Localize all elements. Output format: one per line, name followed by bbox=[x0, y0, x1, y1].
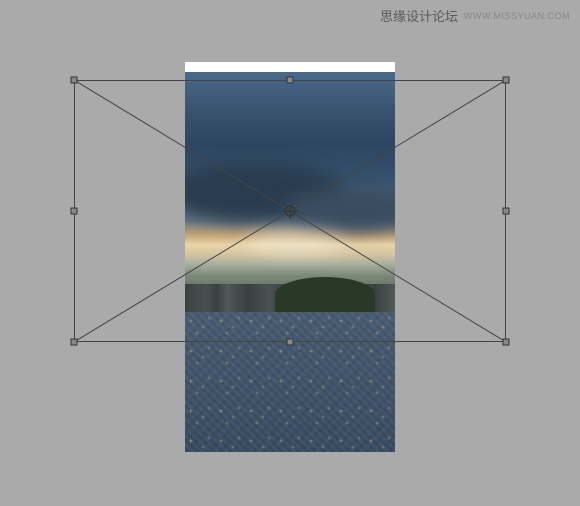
transform-handle-top-right[interactable] bbox=[503, 77, 510, 84]
watermark-site-name: 思缘设计论坛 bbox=[380, 6, 458, 25]
watermark: 思缘设计论坛 WWW.MISSYUAN.COM bbox=[380, 6, 570, 25]
image-layer-sky bbox=[185, 72, 395, 312]
city-texture bbox=[185, 312, 395, 452]
transform-handle-top-left[interactable] bbox=[71, 77, 78, 84]
transform-handle-mid-left[interactable] bbox=[71, 208, 78, 215]
cloud-shape bbox=[245, 227, 345, 257]
transform-handle-bottom-left[interactable] bbox=[71, 339, 78, 346]
transform-handle-bottom-right[interactable] bbox=[503, 339, 510, 346]
image-layer-city bbox=[185, 312, 395, 452]
watermark-site-url: WWW.MISSYUAN.COM bbox=[464, 11, 570, 21]
document-canvas[interactable] bbox=[185, 62, 395, 452]
canvas-background bbox=[185, 62, 395, 72]
hill-silhouette bbox=[275, 277, 375, 312]
transform-handle-mid-right[interactable] bbox=[503, 208, 510, 215]
cloud-shape bbox=[285, 187, 395, 232]
